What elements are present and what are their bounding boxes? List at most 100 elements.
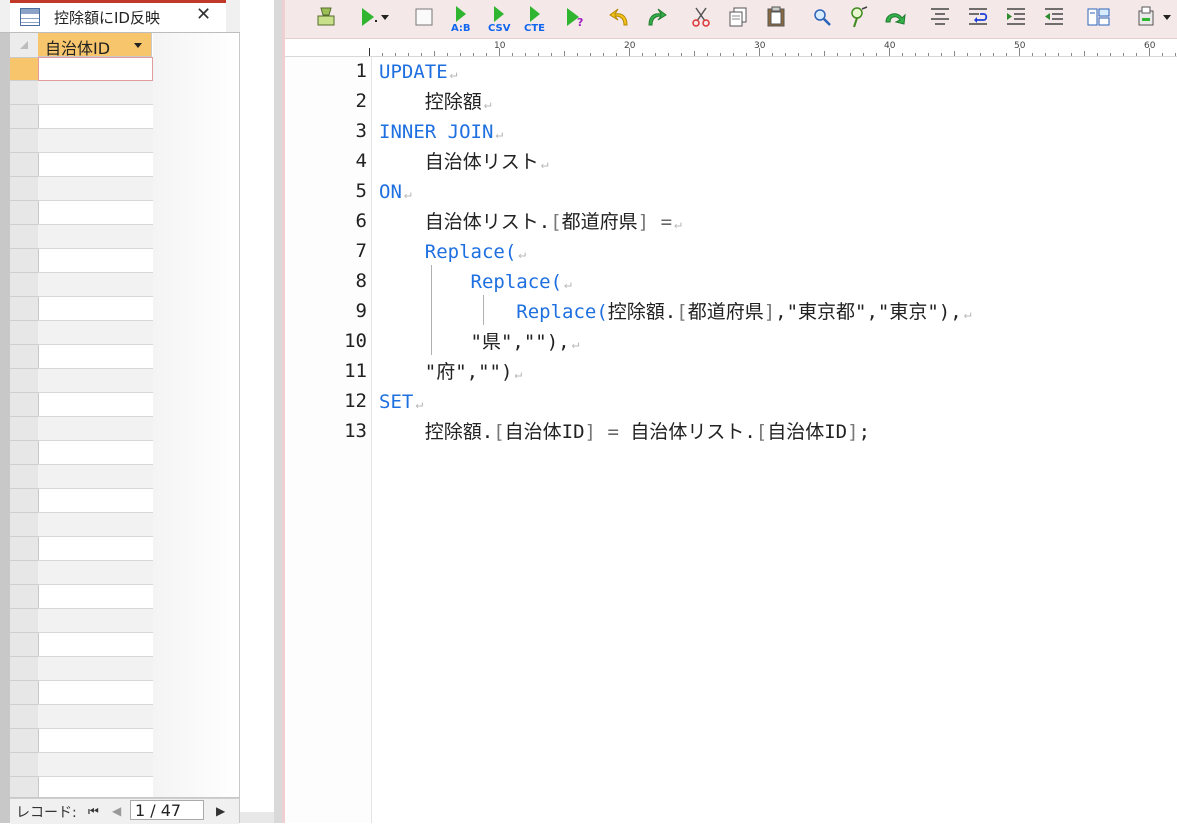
- csv-icon[interactable]: CSV: [487, 6, 513, 32]
- table-row[interactable]: [38, 441, 153, 465]
- previous-record-icon[interactable]: ◀: [112, 804, 121, 818]
- ab-icon[interactable]: A:B: [449, 6, 475, 32]
- table-row[interactable]: [38, 417, 153, 441]
- record-selector[interactable]: [10, 561, 38, 585]
- paste-icon[interactable]: [765, 6, 787, 28]
- record-selector[interactable]: [10, 489, 38, 513]
- record-selector[interactable]: [10, 249, 38, 273]
- record-selector[interactable]: [10, 177, 38, 201]
- tab-title: 控除額にID反映: [54, 9, 160, 27]
- table-row[interactable]: [38, 225, 153, 249]
- table-row[interactable]: [38, 249, 153, 273]
- column-header-jichitai-id[interactable]: 自治体ID: [38, 33, 152, 58]
- table-row[interactable]: [38, 561, 153, 585]
- run-step-icon[interactable]: [359, 6, 389, 28]
- record-selector[interactable]: [10, 777, 38, 797]
- record-selector[interactable]: [10, 57, 38, 81]
- layout-icon[interactable]: [1087, 6, 1111, 28]
- table-row[interactable]: [38, 537, 153, 561]
- search-icon[interactable]: [811, 6, 833, 28]
- record-selector[interactable]: [10, 465, 38, 489]
- datasheet-grid[interactable]: 自治体ID: [10, 33, 239, 797]
- table-row[interactable]: [38, 105, 153, 129]
- table-row[interactable]: [38, 345, 153, 369]
- table-row[interactable]: [38, 393, 153, 417]
- table-row[interactable]: [38, 177, 153, 201]
- table-row[interactable]: [38, 57, 153, 81]
- table-row[interactable]: [38, 753, 153, 777]
- help-run-icon[interactable]: ?: [565, 6, 587, 28]
- table-row[interactable]: [38, 729, 153, 753]
- table-row[interactable]: [38, 657, 153, 681]
- code-area[interactable]: UPDATE ↵ 控除額 ↵ INNER JOIN ↵ 自治体リスト ↵ ON ↵ 自治体…: [379, 57, 1177, 823]
- record-selector-column[interactable]: [10, 33, 39, 797]
- table-row[interactable]: [38, 297, 153, 321]
- find-replace-icon[interactable]: [847, 6, 869, 28]
- close-icon[interactable]: ✕: [196, 4, 211, 25]
- record-selector[interactable]: [10, 441, 38, 465]
- record-selector[interactable]: [10, 393, 38, 417]
- wrap-icon[interactable]: [967, 6, 989, 28]
- splitter-bar[interactable]: [274, 0, 282, 823]
- record-selector[interactable]: [10, 201, 38, 225]
- record-selector[interactable]: [10, 609, 38, 633]
- record-selector[interactable]: [10, 321, 38, 345]
- table-row[interactable]: [38, 705, 153, 729]
- record-selector[interactable]: [10, 417, 38, 441]
- cut-icon[interactable]: [690, 6, 712, 28]
- record-selector[interactable]: [10, 297, 38, 321]
- record-selector[interactable]: [10, 681, 38, 705]
- cte-icon[interactable]: CTE: [523, 6, 549, 32]
- table-row[interactable]: [38, 681, 153, 705]
- record-selector[interactable]: [10, 273, 38, 297]
- record-selector[interactable]: [10, 105, 38, 129]
- record-selector[interactable]: [10, 225, 38, 249]
- horizontal-scrollbar[interactable]: [240, 812, 274, 823]
- select-all-corner[interactable]: [10, 33, 38, 58]
- table-row[interactable]: [38, 777, 153, 797]
- line-number: 6: [355, 210, 367, 232]
- record-selector[interactable]: [10, 369, 38, 393]
- table-row[interactable]: [38, 489, 153, 513]
- record-selector[interactable]: [10, 753, 38, 777]
- chevron-down-icon[interactable]: [134, 43, 142, 48]
- record-selector[interactable]: [10, 345, 38, 369]
- pane-splitter[interactable]: [240, 0, 282, 823]
- record-selector[interactable]: [10, 657, 38, 681]
- table-row[interactable]: [38, 201, 153, 225]
- record-selector[interactable]: [10, 129, 38, 153]
- table-row[interactable]: [38, 633, 153, 657]
- record-selector[interactable]: [10, 81, 38, 105]
- settings-icon[interactable]: [1135, 6, 1171, 28]
- table-row[interactable]: [38, 513, 153, 537]
- table-row[interactable]: [38, 273, 153, 297]
- run-icon[interactable]: [315, 6, 337, 28]
- record-selector[interactable]: [10, 729, 38, 753]
- record-selector[interactable]: [10, 513, 38, 537]
- table-row[interactable]: [38, 129, 153, 153]
- table-row[interactable]: [38, 369, 153, 393]
- align-icon[interactable]: [929, 6, 951, 28]
- redo-icon[interactable]: [645, 6, 667, 28]
- record-counter-input[interactable]: 1 / 47: [130, 800, 204, 820]
- table-row[interactable]: [38, 321, 153, 345]
- undo-icon[interactable]: [609, 6, 631, 28]
- next-record-icon[interactable]: ▶: [216, 804, 225, 818]
- table-row[interactable]: [38, 153, 153, 177]
- record-selector[interactable]: [10, 537, 38, 561]
- table-row[interactable]: [38, 609, 153, 633]
- table-row[interactable]: [38, 465, 153, 489]
- copy-icon[interactable]: [727, 6, 749, 28]
- table-row[interactable]: [38, 81, 153, 105]
- record-selector[interactable]: [10, 585, 38, 609]
- indent-icon[interactable]: [1005, 6, 1027, 28]
- stop-icon[interactable]: [413, 6, 435, 28]
- record-selector[interactable]: [10, 705, 38, 729]
- record-selector[interactable]: [10, 633, 38, 657]
- table-row[interactable]: [38, 585, 153, 609]
- record-selector[interactable]: [10, 153, 38, 177]
- redo-arrow-icon[interactable]: [883, 6, 907, 28]
- document-tab[interactable]: 控除額にID反映 ✕: [10, 0, 226, 32]
- first-record-icon[interactable]: ⏮: [88, 804, 99, 819]
- outdent-icon[interactable]: [1043, 6, 1065, 28]
